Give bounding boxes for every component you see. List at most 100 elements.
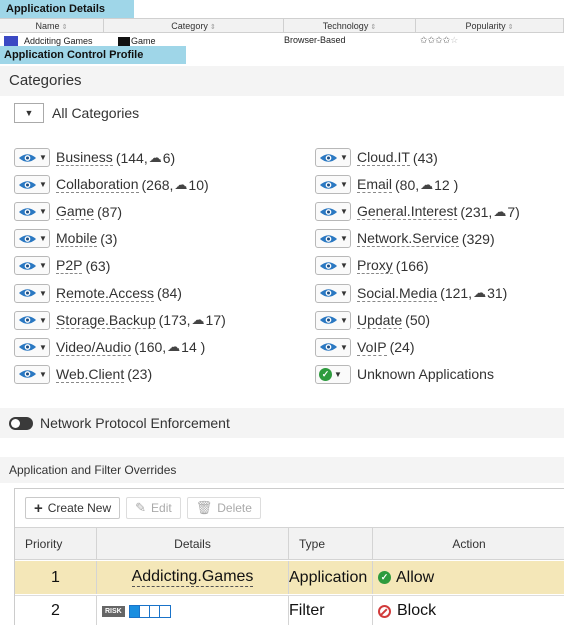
monitor-action-dropdown[interactable]: ▼ xyxy=(315,283,351,303)
column-popularity[interactable]: Popularity ⇕ xyxy=(416,19,564,32)
table-row[interactable]: Addciting Games Game Browser-Based ✩✩✩✩☆ xyxy=(0,33,564,47)
category-label[interactable]: Email xyxy=(357,176,393,194)
category-label[interactable]: Game xyxy=(56,203,95,221)
category-item[interactable]: ▼ Email (80, ☁ 12 ) xyxy=(315,175,458,195)
category-item[interactable]: ▼ Social.Media (121, ☁ 31) xyxy=(315,283,507,303)
category-label[interactable]: Proxy xyxy=(357,257,393,275)
monitor-action-dropdown[interactable]: ▼ xyxy=(315,175,351,195)
monitor-action-dropdown[interactable]: ▼ xyxy=(315,310,351,330)
category-label[interactable]: Storage.Backup xyxy=(56,312,156,329)
row-action[interactable]: ✓ Allow xyxy=(373,561,564,594)
caret-down-icon: ▼ xyxy=(39,153,47,162)
app-technology: Browser-Based xyxy=(284,35,346,45)
all-categories-control[interactable]: ▼ All Categories xyxy=(14,103,139,123)
allow-action-dropdown[interactable]: ✓ ▼ xyxy=(315,364,351,384)
column-name[interactable]: Name ⇕ xyxy=(0,19,104,32)
category-label[interactable]: Mobile xyxy=(56,230,98,248)
column-priority[interactable]: Priority xyxy=(15,528,97,559)
sort-icon: ⇕ xyxy=(61,24,68,31)
category-label[interactable]: Cloud.IT xyxy=(357,149,410,166)
all-categories-label: All Categories xyxy=(52,105,140,121)
app-name: Addciting Games xyxy=(24,36,93,46)
category-item[interactable]: ✓ ▼ Unknown Applications xyxy=(315,364,494,384)
category-label[interactable]: Update xyxy=(357,312,403,329)
category-label[interactable]: Collaboration xyxy=(56,176,139,194)
eye-icon xyxy=(319,153,338,162)
monitor-action-dropdown[interactable]: ▼ xyxy=(315,337,351,357)
category-item[interactable]: ▼ Collaboration (268, ☁ 10) xyxy=(14,175,209,195)
category-label[interactable]: Social.Media xyxy=(357,285,438,302)
monitor-action-dropdown[interactable]: ▼ xyxy=(315,148,351,167)
category-item[interactable]: ▼ Remote.Access (84) xyxy=(14,283,182,303)
monitor-action-dropdown[interactable]: ▼ xyxy=(315,256,351,276)
row-details[interactable]: Addicting.Games xyxy=(97,561,289,594)
category-label[interactable]: General.Interest xyxy=(357,203,458,221)
monitor-action-dropdown[interactable]: ▼ xyxy=(14,310,50,330)
eye-icon xyxy=(319,262,338,270)
monitor-action-dropdown[interactable]: ▼ xyxy=(315,202,351,222)
category-label[interactable]: Video/Audio xyxy=(56,339,132,356)
app-category: Game xyxy=(131,36,156,46)
row-priority: 1 xyxy=(15,561,97,594)
category-label[interactable]: Web.Client xyxy=(56,366,125,383)
monitor-action-dropdown[interactable]: ▼ xyxy=(14,256,50,276)
category-item[interactable]: ▼ Game (87) xyxy=(14,202,122,222)
category-label[interactable]: Unknown Applications xyxy=(357,366,494,382)
eye-icon xyxy=(319,316,338,324)
star-icon: ✩ xyxy=(427,35,436,45)
app-link[interactable]: Addicting.Games xyxy=(131,568,254,587)
table-row[interactable]: 1 Addicting.Games Application ✓ Allow xyxy=(15,561,564,594)
edit-button[interactable]: ✎ Edit xyxy=(126,497,181,519)
delete-button[interactable]: 🗑 Delete xyxy=(186,497,261,519)
category-item[interactable]: ▼ Mobile (3) xyxy=(14,229,117,249)
pencil-icon: ✎ xyxy=(135,500,147,515)
category-item[interactable]: ▼ Storage.Backup (173, ☁ 17) xyxy=(14,310,226,330)
category-count: (80, xyxy=(395,176,420,193)
category-item[interactable]: ▼ Update (50) xyxy=(315,310,430,330)
allow-check-icon: ✓ xyxy=(378,571,391,584)
monitor-action-dropdown[interactable]: ▼ xyxy=(14,364,50,384)
category-label[interactable]: Remote.Access xyxy=(56,285,155,302)
category-item[interactable]: ▼ Proxy (166) xyxy=(315,256,428,276)
star-icon: ✩ xyxy=(420,35,428,45)
monitor-action-dropdown[interactable]: ▼ xyxy=(14,337,50,357)
category-item[interactable]: ▼ Video/Audio (160, ☁ 14 ) xyxy=(14,337,205,357)
all-categories-dropdown[interactable]: ▼ xyxy=(14,103,44,123)
monitor-action-dropdown[interactable]: ▼ xyxy=(14,175,50,195)
table-row[interactable]: 2 RISK Filter Block xyxy=(15,595,564,625)
category-item[interactable]: ▼ P2P (63) xyxy=(14,256,110,276)
column-technology[interactable]: Technology ⇕ xyxy=(284,19,416,32)
sort-icon: ⇕ xyxy=(507,24,514,31)
overrides-toolbar: + Create New ✎ Edit 🗑 Delete xyxy=(25,497,267,519)
monitor-action-dropdown[interactable]: ▼ xyxy=(315,229,351,249)
category-item[interactable]: ▼ Business (144, ☁ 6) xyxy=(14,148,175,167)
eye-icon xyxy=(18,262,37,270)
monitor-action-dropdown[interactable]: ▼ xyxy=(14,283,50,303)
column-type[interactable]: Type xyxy=(289,528,373,559)
category-item[interactable]: ▼ Web.Client (23) xyxy=(14,364,152,384)
cloud-count: 7) xyxy=(507,203,520,220)
risk-segment xyxy=(160,606,170,617)
monitor-action-dropdown[interactable]: ▼ xyxy=(14,202,50,222)
category-label[interactable]: Business xyxy=(56,149,113,166)
risk-segment xyxy=(140,605,150,617)
column-category[interactable]: Category ⇕ xyxy=(104,19,284,32)
category-item[interactable]: ▼ Network.Service (329) xyxy=(315,229,495,249)
eye-icon xyxy=(319,289,338,297)
create-new-button[interactable]: + Create New xyxy=(25,497,121,519)
row-action[interactable]: Block xyxy=(373,596,564,625)
category-item[interactable]: ▼ VoIP (24) xyxy=(315,337,415,357)
category-label[interactable]: P2P xyxy=(56,257,83,275)
eye-icon xyxy=(18,153,37,162)
monitor-action-dropdown[interactable]: ▼ xyxy=(14,148,50,167)
category-item[interactable]: ▼ Cloud.IT (43) xyxy=(315,148,438,167)
column-details[interactable]: Details xyxy=(97,528,289,559)
category-label[interactable]: VoIP xyxy=(357,339,387,356)
category-item[interactable]: ▼ General.Interest (231, ☁ 7) xyxy=(315,202,520,222)
caret-down-icon: ▼ xyxy=(39,369,47,379)
network-protocol-toggle[interactable] xyxy=(9,416,33,430)
monitor-action-dropdown[interactable]: ▼ xyxy=(14,229,50,249)
column-action[interactable]: Action xyxy=(373,528,564,559)
overrides-table-header: Priority Details Type Action xyxy=(15,527,564,560)
category-label[interactable]: Network.Service xyxy=(357,230,459,248)
